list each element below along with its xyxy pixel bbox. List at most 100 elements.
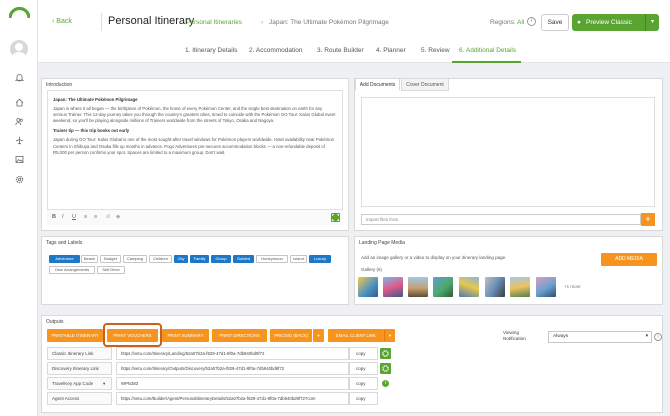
back-label: Back bbox=[56, 18, 72, 25]
discovery-link-field[interactable]: https://vetu.com/Itinerary/Outputs/Disco… bbox=[116, 362, 349, 375]
gallery-image[interactable] bbox=[485, 277, 505, 297]
output-label[interactable]: TravelKey App Code ▾ bbox=[47, 377, 112, 390]
section-title: Landing Page Media bbox=[359, 240, 405, 246]
info-icon[interactable]: i bbox=[654, 333, 662, 341]
copy-button[interactable]: copy bbox=[349, 392, 378, 405]
info-icon[interactable]: i bbox=[382, 380, 389, 387]
output-label: Discovery Itinerary Link bbox=[47, 362, 112, 375]
eye-icon: ● bbox=[577, 19, 581, 26]
viewing-notification-value: Always bbox=[553, 334, 569, 339]
app-code-field[interactable]: WPN383 bbox=[116, 377, 349, 390]
top-bar: ‹ Back Personal Itinerary Personal Itine… bbox=[38, 0, 670, 63]
tab-add-documents[interactable]: Add Documents bbox=[355, 78, 400, 91]
regions-value[interactable]: All bbox=[517, 19, 524, 26]
tab-route-builder[interactable]: 3. Route Builder bbox=[317, 47, 364, 54]
tab-itinerary-details[interactable]: 1. Itinerary Details bbox=[185, 47, 237, 54]
tag-luxury[interactable]: Luxury bbox=[309, 255, 331, 263]
gallery-label: Gallery (6) bbox=[361, 267, 383, 272]
italic-button[interactable]: I bbox=[62, 214, 64, 220]
section-title: Introduction bbox=[46, 82, 73, 88]
back-link[interactable]: ‹ Back bbox=[52, 18, 72, 25]
document-drop-area[interactable] bbox=[361, 97, 655, 207]
home-icon[interactable] bbox=[11, 94, 27, 110]
app-code-label: TravelKey App Code bbox=[52, 381, 94, 386]
clear-format-button[interactable]: ◆ bbox=[116, 214, 120, 220]
classic-link-field[interactable]: https://vetu.com/Itinerary/Landing/52a07… bbox=[116, 347, 349, 360]
output-label: Agent Access bbox=[47, 392, 112, 405]
logo-icon bbox=[9, 7, 30, 18]
email-dropdown-button[interactable]: ▾ bbox=[384, 329, 395, 342]
introduction-editor[interactable]: Japan: The Ultimate Pokémon Pilgrimage J… bbox=[47, 90, 343, 225]
tag-guided[interactable]: Guided bbox=[233, 255, 254, 263]
expand-icon[interactable] bbox=[331, 213, 340, 222]
tag-island[interactable]: Island bbox=[290, 255, 307, 263]
tab-cover-document[interactable]: Cover Document bbox=[401, 78, 449, 91]
tag-honeymoon[interactable]: Honeymoon bbox=[256, 255, 288, 263]
users-icon[interactable] bbox=[11, 113, 27, 129]
copy-button[interactable]: copy bbox=[349, 377, 378, 390]
preview-classic-button[interactable]: ● Preview Classic bbox=[572, 14, 645, 31]
gallery-image[interactable] bbox=[408, 277, 428, 297]
section-title: Tags and Labels bbox=[46, 240, 83, 246]
agent-access-field[interactable]: https://vetu.com/Builder/Agent/PersonalI… bbox=[116, 392, 349, 405]
gallery-image[interactable] bbox=[383, 277, 403, 297]
gallery-image[interactable] bbox=[358, 277, 378, 297]
airplane-icon[interactable] bbox=[11, 132, 27, 148]
output-label: Classic Itinerary Link bbox=[47, 347, 112, 360]
tag-group[interactable]: Group bbox=[211, 255, 231, 263]
settings-icon[interactable] bbox=[11, 171, 27, 187]
more-images-label[interactable]: +1 more bbox=[564, 284, 581, 289]
highlight-box bbox=[103, 323, 162, 347]
save-button[interactable]: Save bbox=[541, 14, 569, 31]
tag-own-arrangements[interactable]: Own Arrangements bbox=[49, 266, 95, 274]
ordered-list-button[interactable]: ≡ bbox=[94, 214, 97, 220]
printable-itinerary-button[interactable]: PRINTABLE ITINERARY bbox=[47, 329, 103, 342]
tag-beach[interactable]: Beach bbox=[81, 255, 98, 263]
tag-city[interactable]: City bbox=[174, 255, 188, 263]
chevron-down-icon: ▾ bbox=[103, 381, 106, 386]
tag-adventure[interactable]: Adventure bbox=[49, 255, 80, 263]
copy-button[interactable]: copy bbox=[349, 347, 378, 360]
tab-additional-details[interactable]: 6. Additional Details bbox=[459, 47, 516, 54]
import-files-input[interactable]: Import files from bbox=[361, 214, 641, 225]
settings-icon[interactable] bbox=[380, 363, 391, 374]
regions-label: Regions: bbox=[490, 19, 516, 26]
preview-label: Preview Classic bbox=[586, 19, 632, 26]
tab-review[interactable]: 5. Review bbox=[421, 47, 450, 54]
intro-heading: Japan: The Ultimate Pokémon Pilgrimage bbox=[53, 97, 138, 102]
link-button[interactable]: ⊘ bbox=[106, 214, 111, 220]
breadcrumb-current: Japan: The Ultimate Pokémon Pilgrimage bbox=[269, 19, 389, 26]
underline-button[interactable]: U bbox=[72, 214, 76, 220]
tab-accommodation[interactable]: 2. Accommodation bbox=[249, 47, 302, 54]
print-directions-button[interactable]: PRINT DIRECTIONS bbox=[212, 329, 267, 342]
copy-button[interactable]: copy bbox=[349, 362, 378, 375]
chevron-down-icon: ▾ bbox=[645, 334, 648, 339]
bold-button[interactable]: B bbox=[52, 214, 56, 220]
tag-self-drive[interactable]: Self Drive bbox=[97, 266, 125, 274]
info-icon[interactable]: i bbox=[527, 17, 536, 26]
pricing-dropdown-button[interactable]: ▾ bbox=[313, 329, 324, 342]
gallery-image[interactable] bbox=[536, 277, 556, 297]
step-tabs: 1. Itinerary Details 2. Accommodation 3.… bbox=[38, 42, 670, 63]
tag-children[interactable]: Children bbox=[149, 255, 172, 263]
bell-icon[interactable] bbox=[11, 69, 27, 85]
pricing-back-button[interactable]: PRICING (BACK) bbox=[270, 329, 312, 342]
gallery-image[interactable] bbox=[510, 277, 530, 297]
list-button[interactable]: ≡ bbox=[84, 214, 87, 220]
viewing-notification-select[interactable]: Always ▾ bbox=[548, 331, 652, 343]
tab-planner[interactable]: 4. Planner bbox=[376, 47, 406, 54]
avatar[interactable] bbox=[10, 40, 28, 58]
add-document-button[interactable]: + bbox=[641, 213, 655, 226]
tag-camping[interactable]: Camping bbox=[123, 255, 147, 263]
add-media-button[interactable]: ADD MEDIA bbox=[601, 253, 657, 266]
gallery-image[interactable] bbox=[433, 277, 453, 297]
image-icon[interactable] bbox=[11, 151, 27, 167]
email-client-link-button[interactable]: EMAIL CLIENT LINK bbox=[328, 329, 384, 342]
preview-dropdown-button[interactable]: ▾ bbox=[645, 14, 659, 31]
tag-budget[interactable]: Budget bbox=[100, 255, 121, 263]
tag-family[interactable]: Family bbox=[190, 255, 209, 263]
breadcrumb-link[interactable]: Personal Itineraries bbox=[186, 19, 242, 26]
settings-icon[interactable] bbox=[380, 348, 391, 359]
gallery-image[interactable] bbox=[459, 277, 479, 297]
print-summary-button[interactable]: PRINT SUMMARY bbox=[162, 329, 209, 342]
